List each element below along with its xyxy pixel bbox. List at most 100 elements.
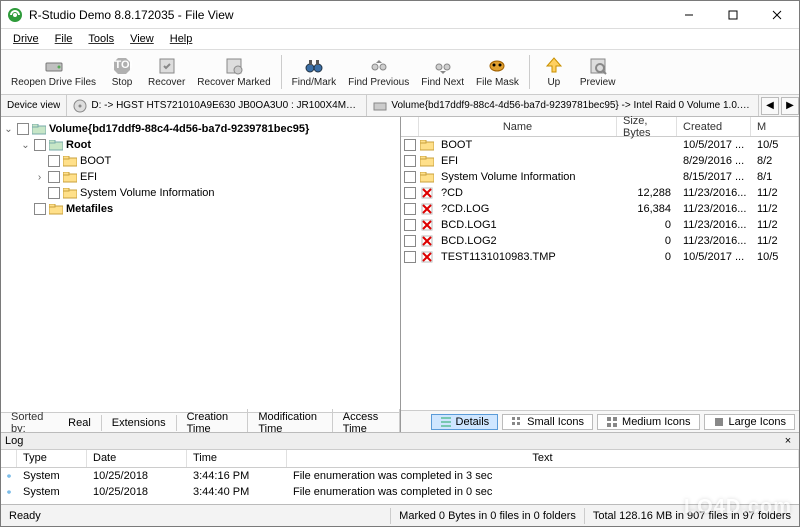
column-name[interactable]: Name — [419, 117, 617, 136]
close-button[interactable] — [755, 1, 799, 29]
folder-tree[interactable]: ⌄ Volume{bd17ddf9-88c4-4d56-ba7d-9239781… — [1, 117, 400, 412]
folder-icon — [63, 172, 77, 183]
log-row[interactable]: iSystem10/25/20183:44:40 PMFile enumerat… — [1, 484, 799, 500]
checkbox[interactable] — [404, 203, 416, 215]
file-modified: 10/5 — [751, 139, 781, 151]
sort-real-tab[interactable]: Real — [58, 415, 102, 431]
file-row[interactable]: TEST1131010983.TMP010/5/2017 ...10/5 — [401, 249, 799, 265]
expand-icon[interactable]: › — [34, 172, 45, 183]
up-button[interactable]: Up — [534, 54, 574, 90]
checkbox[interactable] — [34, 139, 46, 151]
column-created[interactable]: Created — [677, 117, 751, 136]
path-segment-disk[interactable]: D: -> HGST HTS721010A9E630 JB0OA3U0 : JR… — [67, 95, 367, 116]
checkbox[interactable] — [404, 187, 416, 199]
find-next-button[interactable]: Find Next — [415, 54, 470, 90]
file-row[interactable]: EFI8/29/2016 ...8/2 — [401, 153, 799, 169]
minimize-button[interactable] — [667, 1, 711, 29]
volume-icon — [373, 99, 387, 113]
stop-button[interactable]: STOP Stop — [102, 54, 142, 90]
reopen-drive-files-button[interactable]: Reopen Drive Files — [5, 54, 102, 90]
log-row[interactable]: iSystem10/25/20183:44:16 PMFile enumerat… — [1, 468, 799, 484]
sort-extensions-tab[interactable]: Extensions — [102, 415, 177, 431]
log-close-button[interactable]: × — [781, 435, 795, 447]
file-row[interactable]: BOOT10/5/2017 ...10/5 — [401, 137, 799, 153]
file-list-pane: Name Size, Bytes Created M BOOT10/5/2017… — [401, 117, 799, 432]
up-icon — [544, 56, 564, 76]
file-row[interactable]: ?CD.LOG16,38411/23/2016...11/2 — [401, 201, 799, 217]
log-time: 3:44:16 PM — [187, 470, 287, 482]
menu-help[interactable]: Help — [162, 31, 201, 47]
file-row[interactable]: BCD.LOG1011/23/2016...11/2 — [401, 217, 799, 233]
find-previous-button[interactable]: Find Previous — [342, 54, 415, 90]
column-modified[interactable]: M — [751, 117, 799, 136]
file-modified: 11/2 — [751, 219, 781, 231]
preview-button[interactable]: Preview — [574, 54, 622, 90]
checkbox[interactable] — [34, 203, 46, 215]
log-col-date[interactable]: Date — [87, 450, 187, 467]
deleted-file-icon — [419, 187, 435, 199]
file-list[interactable]: BOOT10/5/2017 ...10/5EFI8/29/2016 ...8/2… — [401, 137, 799, 410]
recover-marked-button[interactable]: Recover Marked — [191, 54, 276, 90]
sort-bar: Sorted by: Real Extensions Creation Time… — [1, 412, 400, 432]
menu-tools[interactable]: Tools — [80, 31, 122, 47]
file-row[interactable]: System Volume Information8/15/2017 ...8/… — [401, 169, 799, 185]
collapse-icon[interactable]: ⌄ — [20, 140, 31, 151]
file-created: 10/5/2017 ... — [677, 251, 751, 263]
file-size: 16,384 — [617, 203, 677, 215]
checkbox[interactable] — [404, 235, 416, 247]
file-size: 0 — [617, 235, 677, 247]
path-nav-left[interactable]: ◀ — [761, 97, 779, 115]
window-title: R-Studio Demo 8.8.172035 - File View — [29, 8, 667, 22]
find-mark-button[interactable]: Find/Mark — [286, 54, 342, 90]
view-details-button[interactable]: Details — [431, 414, 499, 430]
path-segment-volume[interactable]: Volume{bd17ddf9-88c4-4d56-ba7d-9239781be… — [367, 95, 759, 116]
checkbox[interactable] — [404, 251, 416, 263]
find-next-icon — [433, 56, 453, 76]
view-large-icons-button[interactable]: Large Icons — [704, 414, 795, 430]
menu-bar: Drive File Tools View Help — [1, 29, 799, 49]
checkbox[interactable] — [404, 139, 416, 151]
menu-drive[interactable]: Drive — [5, 31, 47, 47]
folder-icon — [419, 140, 435, 151]
view-medium-icons-button[interactable]: Medium Icons — [597, 414, 699, 430]
checkbox[interactable] — [404, 171, 416, 183]
log-col-time[interactable]: Time — [187, 450, 287, 467]
checkbox[interactable] — [404, 219, 416, 231]
log-col-type[interactable]: Type — [17, 450, 87, 467]
column-checkbox[interactable] — [401, 117, 419, 136]
collapse-icon[interactable]: ⌄ — [3, 124, 14, 135]
checkbox[interactable] — [48, 155, 60, 167]
view-mode-bar: Details Small Icons Medium Icons Large I… — [401, 410, 799, 432]
checkbox[interactable] — [48, 187, 60, 199]
tree-node-boot[interactable]: BOOT — [3, 153, 398, 169]
tree-node-svi[interactable]: System Volume Information — [3, 185, 398, 201]
menu-view[interactable]: View — [122, 31, 162, 47]
file-row[interactable]: ?CD12,28811/23/2016...11/2 — [401, 185, 799, 201]
view-small-icons-button[interactable]: Small Icons — [502, 414, 593, 430]
menu-file[interactable]: File — [47, 31, 81, 47]
device-view-tab[interactable]: Device view — [1, 95, 67, 116]
column-size[interactable]: Size, Bytes — [617, 117, 677, 136]
log-col-text[interactable]: Text — [287, 450, 799, 467]
file-modified: 11/2 — [751, 203, 781, 215]
log-header: Log × — [1, 432, 799, 450]
large-icons-icon — [713, 416, 725, 428]
recover-button[interactable]: Recover — [142, 54, 191, 90]
tree-node-efi[interactable]: › EFI — [3, 169, 398, 185]
maximize-button[interactable] — [711, 1, 755, 29]
checkbox[interactable] — [404, 155, 416, 167]
status-marked: Marked 0 Bytes in 0 files in 0 folders — [391, 508, 585, 524]
checkbox[interactable] — [17, 123, 29, 135]
log-body[interactable]: iSystem10/25/20183:44:16 PMFile enumerat… — [1, 468, 799, 504]
tree-node-metafiles[interactable]: Metafiles — [3, 201, 398, 217]
log-text: File enumeration was completed in 3 sec — [287, 470, 799, 482]
file-mask-button[interactable]: File Mask — [470, 54, 525, 90]
file-row[interactable]: BCD.LOG2011/23/2016...11/2 — [401, 233, 799, 249]
file-modified: 8/1 — [751, 171, 781, 183]
tree-node-root[interactable]: ⌄ Root — [3, 137, 398, 153]
tree-node-volume[interactable]: ⌄ Volume{bd17ddf9-88c4-4d56-ba7d-9239781… — [3, 121, 398, 137]
checkbox[interactable] — [48, 171, 60, 183]
path-nav-right[interactable]: ▶ — [781, 97, 799, 115]
file-name: BCD.LOG2 — [435, 235, 617, 247]
file-created: 8/29/2016 ... — [677, 155, 751, 167]
